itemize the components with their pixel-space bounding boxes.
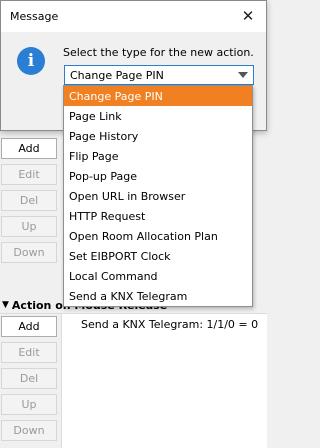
- edit-button-lower[interactable]: Edit: [1, 342, 57, 363]
- option-local-command[interactable]: Local Command: [64, 266, 252, 286]
- down-button-upper[interactable]: Down: [1, 242, 57, 263]
- option-room-allocation-plan[interactable]: Open Room Allocation Plan: [64, 226, 252, 246]
- option-set-eibport-clock[interactable]: Set EIBPORT Clock: [64, 246, 252, 266]
- del-button-upper[interactable]: Del: [1, 190, 57, 211]
- option-page-history[interactable]: Page History: [64, 126, 252, 146]
- option-flip-page[interactable]: Flip Page: [64, 146, 252, 166]
- select-value: Change Page PIN: [70, 68, 164, 82]
- option-change-page-pin[interactable]: Change Page PIN: [64, 86, 252, 106]
- option-open-url[interactable]: Open URL in Browser: [64, 186, 252, 206]
- dialog-title: Message: [10, 10, 59, 23]
- list-item[interactable]: Send a KNX Telegram: 1/1/0 = 0: [62, 314, 267, 331]
- option-http-request[interactable]: HTTP Request: [64, 206, 252, 226]
- up-button-lower[interactable]: Up: [1, 394, 57, 415]
- action-list[interactable]: Send a KNX Telegram: 1/1/0 = 0: [61, 314, 267, 448]
- up-button-upper[interactable]: Up: [1, 216, 57, 237]
- add-button-upper[interactable]: Add: [1, 138, 57, 159]
- info-icon: i: [17, 47, 45, 75]
- action-type-select[interactable]: Change Page PIN: [64, 65, 254, 85]
- dialog-prompt: Select the type for the new action.: [63, 46, 254, 59]
- chevron-down-icon[interactable]: [238, 72, 248, 78]
- down-button-lower[interactable]: Down: [1, 420, 57, 441]
- triangle-down-icon[interactable]: ▼: [2, 300, 9, 310]
- option-send-knx-telegram[interactable]: Send a KNX Telegram: [64, 286, 252, 306]
- option-popup-page[interactable]: Pop-up Page: [64, 166, 252, 186]
- del-button-lower[interactable]: Del: [1, 368, 57, 389]
- dialog-titlebar: Message ✕: [1, 1, 266, 32]
- add-button-lower[interactable]: Add: [1, 316, 57, 337]
- edit-button-upper[interactable]: Edit: [1, 164, 57, 185]
- close-icon[interactable]: ✕: [240, 8, 256, 24]
- option-page-link[interactable]: Page Link: [64, 106, 252, 126]
- action-type-dropdown[interactable]: Change Page PIN Page Link Page History F…: [63, 85, 253, 307]
